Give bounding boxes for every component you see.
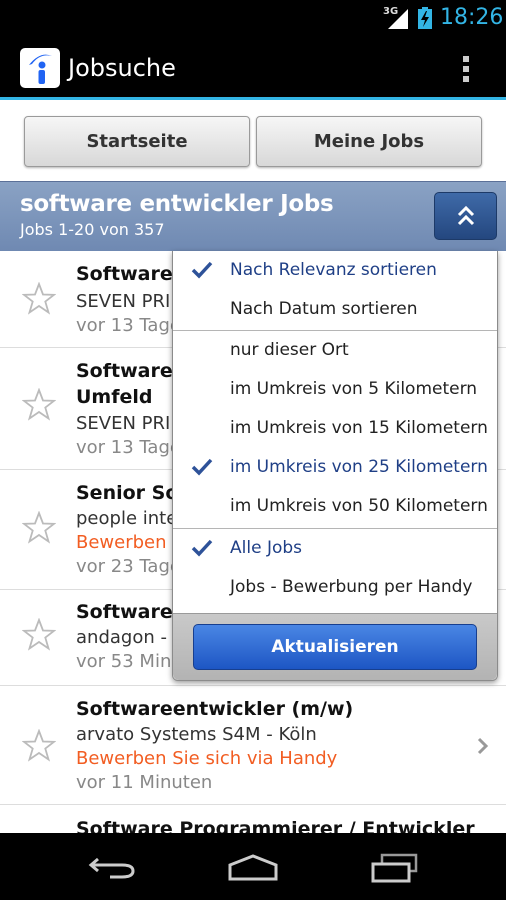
system-nav-bar [0, 833, 506, 900]
double-chevron-up-icon [457, 205, 475, 226]
option-label: Jobs - Bewerbung per Handy [230, 577, 473, 597]
star-outline-icon[interactable] [22, 388, 56, 422]
job-title: Software Programmierer / Entwickler [76, 818, 475, 833]
sort-relevance-option[interactable]: Nach Relevanz sortieren [173, 251, 497, 290]
back-icon[interactable] [88, 855, 136, 879]
job-title: Software- [76, 263, 181, 285]
signal-icon [388, 9, 408, 29]
job-date: vor 11 Minuten [76, 772, 213, 793]
job-list-item[interactable]: Software Programmierer / Entwickler [0, 805, 506, 833]
option-label: im Umkreis von 15 Kilometern [230, 418, 488, 438]
option-label: im Umkreis von 50 Kilometern [230, 496, 488, 516]
job-apply-via-mobile: Bewerben S [76, 532, 184, 553]
job-date: vor 13 Tage [76, 315, 181, 336]
option-label: im Umkreis von 25 Kilometern [230, 457, 488, 477]
job-title: Softwareentwickler (m/w) [76, 698, 354, 720]
checkmark-icon [191, 458, 213, 476]
filter-mobile-apply-option[interactable]: Jobs - Bewerbung per Handy [173, 568, 497, 607]
indeed-logo-icon[interactable] [20, 48, 60, 88]
star-outline-icon[interactable] [22, 729, 56, 763]
checkmark-icon [191, 539, 213, 557]
star-outline-icon[interactable] [22, 618, 56, 652]
chevron-right-icon [477, 737, 489, 755]
battery-charging-icon [418, 7, 432, 29]
my-jobs-button[interactable]: Meine Jobs [256, 116, 482, 167]
radius-15km-option[interactable]: im Umkreis von 15 Kilometern [173, 409, 497, 448]
radius-50km-option[interactable]: im Umkreis von 50 Kilometern [173, 487, 497, 526]
job-date: vor 23 Tage [76, 556, 181, 577]
job-title: Softwaree [76, 601, 186, 623]
job-title-line2: Umfeld [76, 386, 153, 408]
option-label: Alle Jobs [230, 538, 303, 558]
job-date: vor 13 Tage [76, 437, 181, 458]
clock: 18:26 [440, 5, 504, 30]
action-bar: Jobsuche [0, 36, 506, 100]
radius-25km-option[interactable]: im Umkreis von 25 Kilometern [173, 448, 497, 487]
search-title: software entwickler Jobs [20, 191, 334, 217]
option-label: Nach Relevanz sortieren [230, 260, 437, 280]
option-label: im Umkreis von 5 Kilometern [230, 379, 478, 399]
overflow-menu-icon[interactable] [455, 54, 477, 84]
sort-date-option[interactable]: Nach Datum sortieren [173, 290, 497, 329]
result-count: Jobs 1-20 von 357 [20, 220, 165, 239]
job-company: andagon - [76, 627, 167, 648]
option-label: nur dieser Ort [230, 340, 349, 360]
home-icon[interactable] [227, 853, 279, 881]
search-header: software entwickler Jobs Jobs 1-20 von 3… [0, 181, 506, 251]
star-outline-icon[interactable] [22, 511, 56, 545]
collapse-options-button[interactable] [434, 192, 497, 240]
home-button[interactable]: Startseite [24, 116, 250, 167]
job-company: arvato Systems S4M - Köln [76, 724, 317, 745]
job-company: SEVEN PRI [76, 413, 171, 434]
star-outline-icon[interactable] [22, 282, 56, 316]
search-options-dropdown: Nach Relevanz sortieren Nach Datum sorti… [172, 251, 498, 681]
checkmark-icon [191, 261, 213, 279]
option-label: Nach Datum sortieren [230, 299, 418, 319]
radius-5km-option[interactable]: im Umkreis von 5 Kilometern [173, 370, 497, 409]
status-bar: 3G 18:26 [0, 0, 506, 36]
job-list-item[interactable]: Softwareentwickler (m/w) arvato Systems … [0, 686, 506, 805]
job-apply-via-mobile: Bewerben Sie sich via Handy [76, 748, 338, 769]
filter-all-jobs-option[interactable]: Alle Jobs [173, 529, 497, 568]
update-button[interactable]: Aktualisieren [193, 624, 477, 670]
app-title: Jobsuche [68, 54, 176, 82]
radius-this-location-option[interactable]: nur dieser Ort [173, 331, 497, 370]
job-title: Senior So [76, 482, 179, 504]
top-buttons: Startseite Meine Jobs [0, 103, 506, 181]
job-title: Software- [76, 360, 181, 382]
job-company: people inte [76, 508, 178, 529]
job-company: SEVEN PRI [76, 291, 171, 312]
dropdown-footer: Aktualisieren [173, 613, 497, 680]
recent-apps-icon[interactable] [370, 853, 420, 883]
